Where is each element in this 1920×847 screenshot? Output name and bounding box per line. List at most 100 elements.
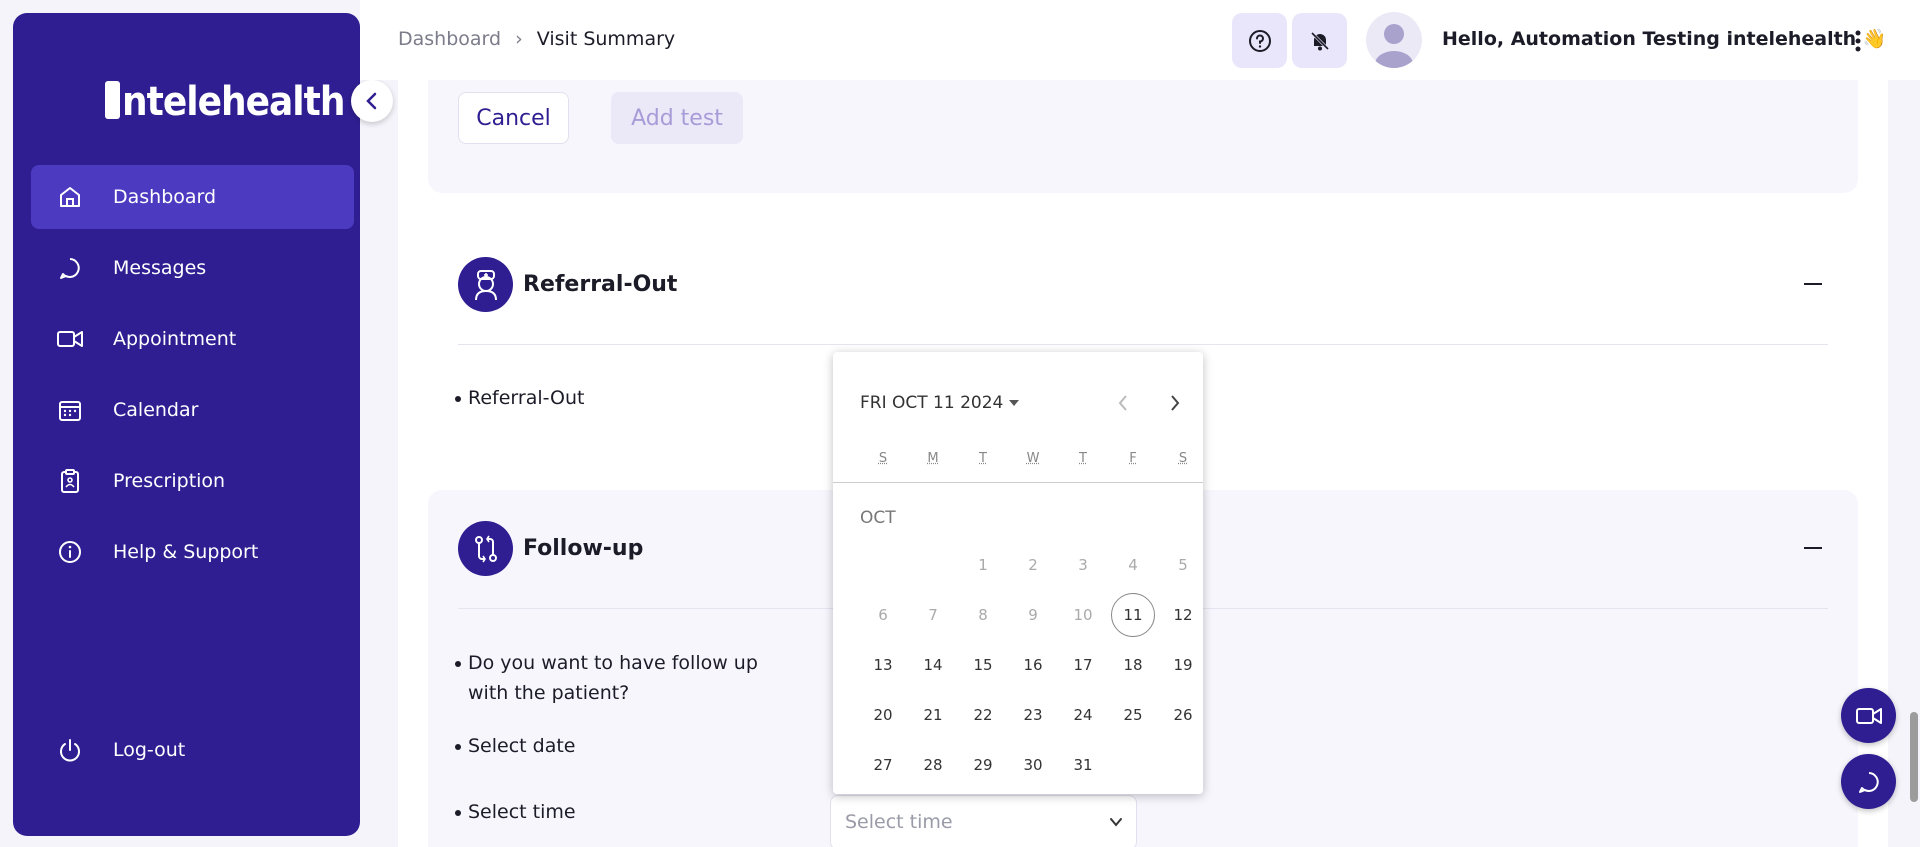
sidebar-item-label: Prescription [113, 470, 226, 492]
follow-up-icon [458, 521, 513, 576]
sidebar-item-help-support[interactable]: Help & Support [31, 520, 354, 584]
more-options-button[interactable] [1853, 28, 1863, 54]
period-label: FRI OCT 11 2024 [860, 393, 1004, 413]
calendar-day[interactable]: 14 [911, 643, 955, 687]
select-time-label: Select time [455, 797, 576, 827]
chat-bubble-icon [1858, 771, 1879, 793]
avatar[interactable] [1366, 12, 1422, 68]
sidebar-item-prescription[interactable]: Prescription [31, 449, 354, 513]
calendar-day: 5 [1178, 556, 1188, 574]
calendar-day[interactable]: 31 [1061, 743, 1105, 787]
calendar-day[interactable]: 24 [1061, 693, 1105, 737]
chat-bubble-icon [55, 253, 85, 283]
breadcrumb: Dashboard › Visit Summary [398, 28, 675, 50]
logout-label: Log-out [113, 739, 186, 761]
divider [833, 482, 1203, 483]
sidebar-item-calendar[interactable]: Calendar [31, 378, 354, 442]
followup-section-header: Follow-up [458, 521, 643, 576]
caret-down-icon [1009, 400, 1020, 406]
calendar-day[interactable]: 21 [911, 693, 955, 737]
question-circle-icon [1248, 29, 1271, 52]
calendar-day[interactable]: 27 [861, 743, 905, 787]
waving-hand-icon: 👋 [1862, 28, 1887, 50]
calendar-day[interactable]: 18 [1111, 643, 1155, 687]
calendar-day[interactable]: 26 [1161, 693, 1205, 737]
month-label: OCT [860, 508, 896, 528]
referral-title: Referral-Out [523, 272, 678, 297]
followup-title: Follow-up [523, 536, 644, 561]
calendar-day: 7 [928, 606, 938, 624]
weekday-header: F [1129, 451, 1137, 466]
chevron-left-icon [366, 92, 377, 110]
calendar-day[interactable]: 16 [1011, 643, 1055, 687]
calendar-day[interactable]: 20 [861, 693, 905, 737]
calendar-day: 8 [978, 606, 988, 624]
calendar-day[interactable]: 13 [861, 643, 905, 687]
divider [458, 344, 1828, 345]
scrollbar[interactable] [1910, 712, 1918, 802]
add-test-button[interactable]: Add test [611, 92, 743, 144]
top-header: Dashboard › Visit Summary Hello, Automat… [360, 0, 1920, 80]
cancel-button[interactable]: Cancel [458, 92, 569, 144]
calendar-day[interactable]: 29 [961, 743, 1005, 787]
app-logo: ntelehealth [105, 79, 345, 125]
calendar-day[interactable]: 23 [1011, 693, 1055, 737]
video-call-button[interactable] [1841, 688, 1896, 743]
user-avatar-icon [1375, 24, 1413, 68]
calendar-day[interactable]: 11 [1111, 593, 1155, 637]
calendar-day[interactable]: 19 [1161, 643, 1205, 687]
calendar-day[interactable]: 22 [961, 693, 1005, 737]
sidebar-item-dashboard[interactable]: Dashboard [31, 165, 354, 229]
chevron-right-icon [1171, 395, 1180, 411]
collapse-sidebar-button[interactable] [351, 80, 393, 122]
calendar-day: 4 [1128, 556, 1138, 574]
calendar-day: 2 [1028, 556, 1038, 574]
collapse-followup-icon[interactable] [1804, 547, 1822, 549]
select-time-dropdown[interactable]: Select time [830, 795, 1137, 847]
date-picker-popup: FRI OCT 11 2024 SMTWTFS OCT 1 2 3 4 5 6 7 8 9 10 1… [833, 352, 1203, 794]
info-icon [55, 537, 85, 567]
doctor-icon [458, 257, 513, 312]
sidebar-item-label: Appointment [113, 328, 237, 350]
calendar-day[interactable]: 17 [1061, 643, 1105, 687]
user-greeting: Hello, Automation Testing intelehealth 👋 [1442, 28, 1887, 50]
home-icon [55, 182, 85, 212]
sidebar-item-appointment[interactable]: Appointment [31, 307, 354, 371]
period-selector-button[interactable]: FRI OCT 11 2024 [860, 393, 1020, 413]
weekday-header: T [1079, 451, 1087, 466]
followup-question: Do you want to have follow up with the p… [455, 648, 768, 708]
calendar-day: 1 [978, 556, 988, 574]
help-button[interactable] [1232, 13, 1287, 68]
kebab-menu-icon [1855, 30, 1861, 52]
calendar-day[interactable]: 30 [1011, 743, 1055, 787]
select-time-placeholder: Select time [845, 811, 953, 833]
calendar-day[interactable]: 28 [911, 743, 955, 787]
logout-button[interactable]: Log-out [31, 718, 354, 782]
chevron-left-icon [1118, 395, 1127, 411]
calendar-icon [55, 395, 85, 425]
notifications-button[interactable] [1292, 13, 1347, 68]
sidebar: ntelehealth Dashboard Messages Appointme… [13, 13, 393, 836]
calendar-day: 3 [1078, 556, 1088, 574]
previous-month-button[interactable] [1110, 390, 1136, 416]
sidebar-item-label: Messages [113, 257, 207, 279]
next-month-button[interactable] [1162, 390, 1188, 416]
breadcrumb-chevron-icon: › [515, 28, 523, 50]
chevron-down-icon [1110, 818, 1122, 827]
sidebar-item-label: Dashboard [113, 186, 217, 208]
weekday-header: S [1178, 451, 1188, 466]
calendar-day[interactable]: 15 [961, 643, 1005, 687]
calendar-day: 9 [1028, 606, 1038, 624]
weekday-header: T [979, 451, 987, 466]
calendar-day[interactable]: 12 [1161, 593, 1205, 637]
calendar-day[interactable]: 25 [1111, 693, 1155, 737]
power-icon [55, 735, 85, 765]
sidebar-item-label: Help & Support [113, 541, 259, 563]
video-camera-icon [55, 324, 85, 354]
weekday-header: S [878, 451, 888, 466]
breadcrumb-current: Visit Summary [536, 28, 676, 50]
collapse-referral-icon[interactable] [1804, 283, 1822, 285]
chat-button[interactable] [1841, 754, 1896, 809]
breadcrumb-root[interactable]: Dashboard [398, 28, 501, 50]
sidebar-item-messages[interactable]: Messages [31, 236, 354, 300]
